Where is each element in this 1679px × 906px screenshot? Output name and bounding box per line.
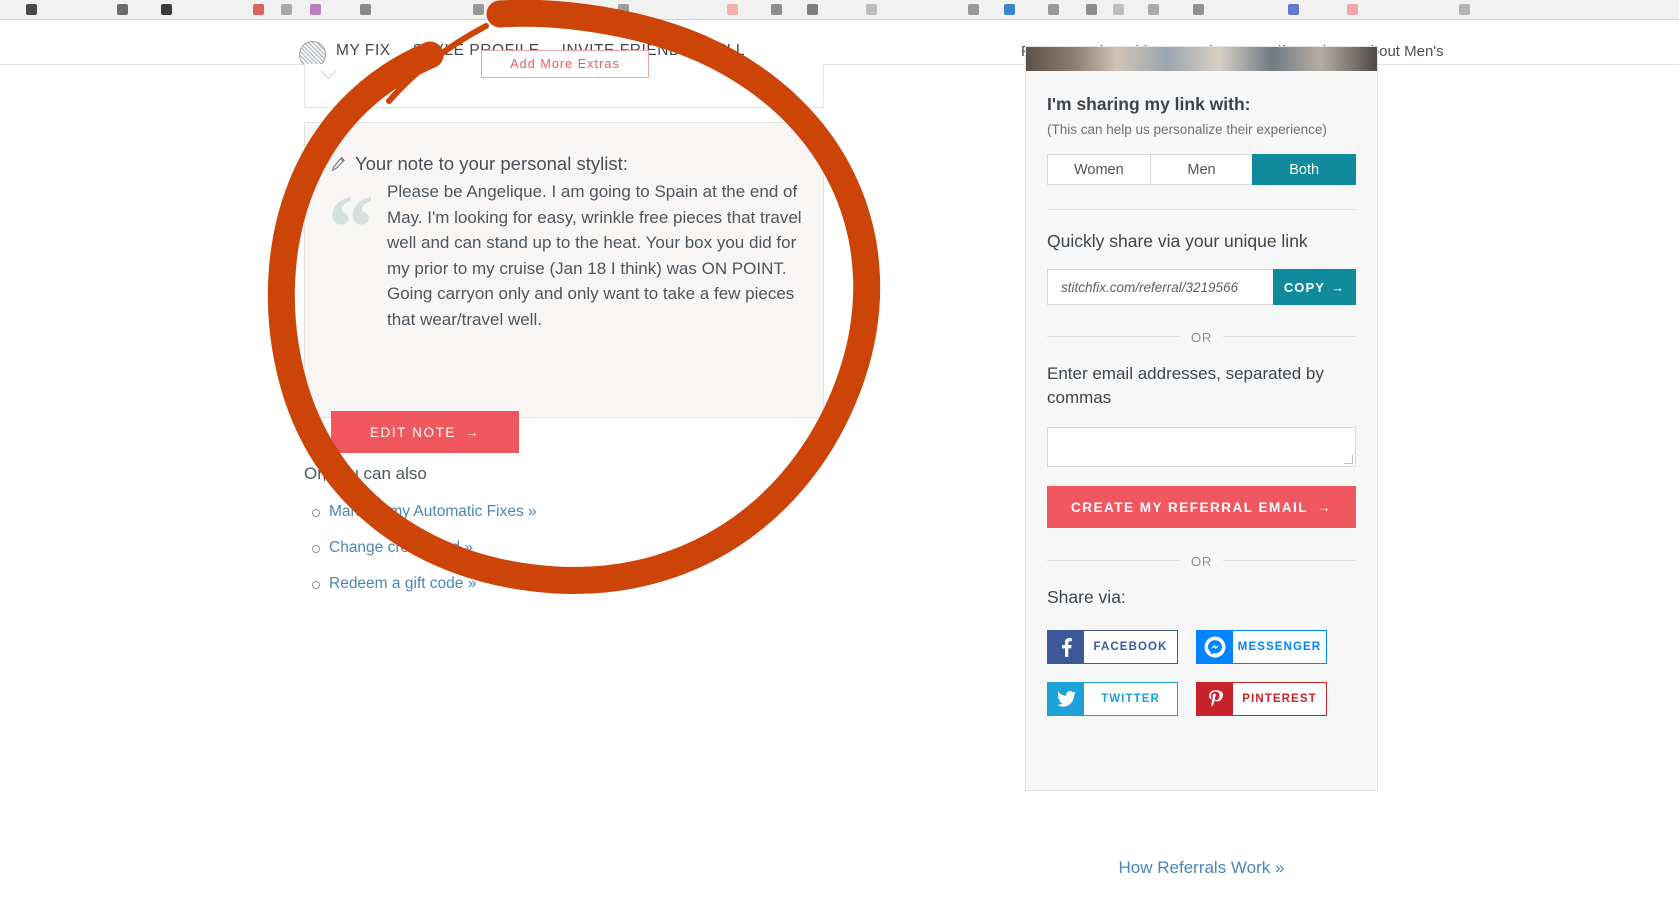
referral-sidebar-body: I'm sharing my link with: (This can help… — [1047, 94, 1357, 716]
nav-my-fix[interactable]: MY FIX — [336, 42, 391, 60]
favicon[interactable] — [473, 4, 484, 15]
stylist-note-heading-text: Your note to your personal stylist: — [355, 153, 628, 174]
favicon[interactable] — [1148, 4, 1159, 15]
or-divider: OR — [1047, 553, 1356, 569]
favicon[interactable] — [253, 4, 264, 15]
site-header: MY FIX STYLE PROFILE INVITE FRIENDS JILL… — [0, 20, 1679, 68]
favicon[interactable] — [1459, 4, 1470, 15]
pinterest-icon — [1197, 683, 1233, 715]
twitter-icon — [1048, 683, 1084, 715]
arrow-right-icon: → — [465, 424, 481, 440]
share-facebook-button[interactable]: FACEBOOK — [1047, 630, 1178, 664]
other-actions-title: Or, you can also — [304, 464, 427, 483]
list-item: Manage my Automatic Fixes » — [304, 503, 824, 521]
edit-note-button[interactable]: EDIT NOTE → — [331, 411, 519, 453]
share-twitter-label: TWITTER — [1101, 693, 1160, 705]
annotation-overlay — [267, 0, 881, 594]
referral-hero-image — [1026, 47, 1377, 71]
favicon[interactable] — [807, 4, 818, 15]
email-field-label: Enter email addresses, separated by comm… — [1047, 364, 1324, 407]
favicon[interactable] — [530, 4, 541, 15]
arrow-right-icon: → — [1317, 499, 1332, 515]
or-divider: OR — [1047, 329, 1356, 345]
share-pinterest-button[interactable]: PINTEREST — [1196, 682, 1327, 716]
favicon[interactable] — [1193, 4, 1204, 15]
favicon[interactable] — [866, 4, 877, 15]
link-redeem-gift-code[interactable]: Redeem a gift code » — [329, 575, 476, 592]
share-messenger-label: MESSENGER — [1237, 641, 1322, 653]
quote-icon: “ — [328, 176, 374, 278]
or-divider-label: OR — [1179, 554, 1224, 569]
stylist-note-card: Your note to your personal stylist: “ Pl… — [304, 122, 824, 453]
favicon[interactable] — [26, 4, 37, 15]
share-pinterest-label: PINTEREST — [1242, 693, 1317, 705]
favicon[interactable] — [281, 4, 292, 15]
favicon[interactable] — [161, 4, 172, 15]
create-referral-email-label: CREATE MY REFERRAL EMAIL — [1070, 499, 1308, 515]
share-via-label: Share via: — [1047, 587, 1126, 607]
copy-link-button[interactable]: COPY → — [1273, 269, 1356, 305]
favicon[interactable] — [968, 4, 979, 15]
main-content-column: Add More Extras Your note to your person… — [304, 50, 824, 592]
favicon[interactable] — [1113, 4, 1124, 15]
extras-card: Add More Extras — [304, 50, 824, 108]
favicon[interactable] — [727, 4, 738, 15]
nav-account-jill[interactable]: JILL — [714, 42, 746, 60]
other-actions-section: Or, you can also Manage my Automatic Fix… — [304, 464, 824, 611]
link-change-credit-card[interactable]: Change credit card » — [329, 539, 473, 556]
chevron-down-icon — [323, 66, 337, 75]
list-item: Change credit card » — [304, 539, 824, 557]
favicon[interactable] — [1288, 4, 1299, 15]
list-item: Redeem a gift code » — [304, 575, 824, 593]
sharing-with-subtext: (This can help us personalize their expe… — [1047, 122, 1327, 137]
pencil-icon — [331, 156, 345, 171]
favicon[interactable] — [1004, 4, 1015, 15]
browser-bookmark-strip[interactable] — [0, 0, 1679, 20]
stylist-note-text: Please be Angelique. I am going to Spain… — [387, 182, 802, 329]
favicon[interactable] — [360, 4, 371, 15]
email-addresses-input[interactable] — [1047, 427, 1356, 467]
copy-link-button-label: COPY — [1283, 279, 1326, 295]
favicon[interactable] — [771, 4, 782, 15]
audience-option-men[interactable]: Men — [1149, 154, 1254, 185]
audience-option-women[interactable]: Women — [1047, 154, 1151, 185]
share-twitter-button[interactable]: TWITTER — [1047, 682, 1178, 716]
audience-segmented-control: Women Men Both — [1047, 154, 1357, 185]
social-share-buttons: FACEBOOK MESSENGER TWITTER PINTEREST — [1047, 630, 1356, 716]
how-referrals-work-link[interactable]: How Referrals Work » — [1025, 858, 1378, 878]
sharing-with-heading: I'm sharing my link with: — [1047, 94, 1251, 114]
referral-link-row: stitchfix.com/referral/3219566 COPY → — [1047, 269, 1356, 305]
share-facebook-label: FACEBOOK — [1093, 641, 1168, 653]
favicon[interactable] — [618, 4, 629, 15]
edit-note-button-label: EDIT NOTE — [369, 424, 457, 440]
referral-link-input[interactable]: stitchfix.com/referral/3219566 — [1047, 269, 1273, 305]
audience-option-both[interactable]: Both — [1252, 154, 1357, 185]
favicon[interactable] — [1086, 4, 1097, 15]
page-root: MY FIX STYLE PROFILE INVITE FRIENDS JILL… — [0, 0, 1679, 906]
favicon[interactable] — [1048, 4, 1059, 15]
referral-sidebar: I'm sharing my link with: (This can help… — [1025, 46, 1378, 791]
favicon[interactable] — [117, 4, 128, 15]
link-manage-automatic-fixes[interactable]: Manage my Automatic Fixes » — [329, 503, 537, 520]
divider — [1047, 209, 1356, 210]
facebook-icon — [1048, 631, 1084, 663]
share-messenger-button[interactable]: MESSENGER — [1196, 630, 1327, 664]
other-actions-list: Manage my Automatic Fixes » Change credi… — [304, 503, 824, 593]
favicon[interactable] — [1347, 4, 1358, 15]
stylist-note-heading: Your note to your personal stylist: — [331, 153, 628, 175]
quick-share-heading: Quickly share via your unique link — [1047, 231, 1308, 251]
or-divider-label: OR — [1179, 330, 1224, 345]
arrow-right-icon: → — [1331, 279, 1346, 295]
messenger-icon — [1197, 631, 1233, 663]
create-referral-email-button[interactable]: CREATE MY REFERRAL EMAIL → — [1047, 486, 1356, 528]
favicon[interactable] — [310, 4, 321, 15]
add-more-extras-button[interactable]: Add More Extras — [481, 50, 649, 78]
